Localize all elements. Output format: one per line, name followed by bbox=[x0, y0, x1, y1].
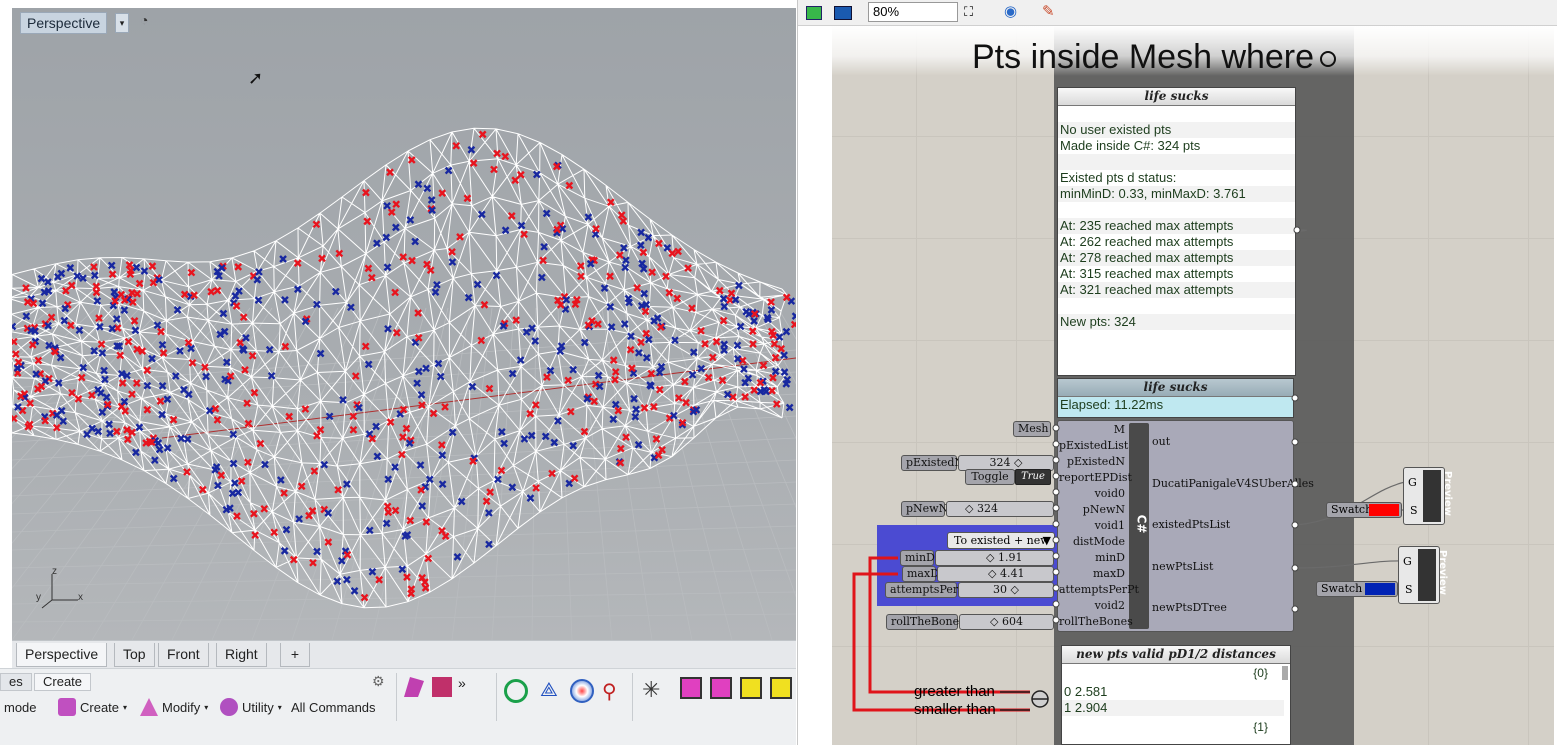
preview-label-bar: Preview bbox=[1418, 549, 1448, 601]
swatch-red-color bbox=[1369, 504, 1399, 516]
distance-row-0: 0 2.581 bbox=[1062, 684, 1284, 700]
preview-s-label: S bbox=[1410, 504, 1418, 517]
app-window: Perspective ▾ ◔ ➚ z y x Perspective Top … bbox=[0, 0, 1557, 745]
row-index: 0 bbox=[1064, 684, 1072, 699]
wire bbox=[1295, 560, 1406, 569]
preview-g-label: G bbox=[1408, 476, 1417, 489]
annotation-greater-than: greater than bbox=[914, 683, 995, 700]
distance-row-1: 1 2.904 bbox=[1062, 700, 1284, 716]
swatch-blue[interactable]: Swatch bbox=[1316, 581, 1398, 597]
branch-1-label: {1} bbox=[1253, 720, 1268, 734]
row-value: 2.904 bbox=[1074, 700, 1108, 715]
preview-g-label: G bbox=[1403, 555, 1412, 568]
wires-layer bbox=[852, 226, 1406, 712]
annotation-smaller-than: smaller than bbox=[914, 701, 996, 718]
scrollbar[interactable] bbox=[1282, 666, 1288, 680]
preview-s-label: S bbox=[1405, 583, 1413, 596]
preview-label: Preview bbox=[1442, 470, 1454, 517]
distance-rows: 0 2.581 1 2.904 bbox=[1062, 684, 1284, 716]
panel-distances-title: new pts valid pD1/2 distances bbox=[1062, 646, 1290, 664]
preview-label-bar: Preview bbox=[1423, 470, 1453, 522]
preview-label: Preview bbox=[1437, 549, 1449, 596]
row-index: 1 bbox=[1064, 700, 1072, 715]
swatch-blue-color bbox=[1365, 583, 1395, 595]
preview-component-1[interactable]: G S Preview bbox=[1403, 467, 1453, 525]
branch-0-label: {0} bbox=[1253, 666, 1268, 680]
red-annotation-wire-greater bbox=[868, 556, 1030, 694]
swatch-blue-label: Swatch bbox=[1321, 582, 1363, 595]
panel-distances[interactable]: new pts valid pD1/2 distances {0} 0 2.58… bbox=[1061, 645, 1291, 745]
swatch-red-label: Swatch bbox=[1331, 503, 1373, 516]
preview-component-2[interactable]: G S Preview bbox=[1398, 546, 1448, 604]
swatch-red[interactable]: Swatch bbox=[1326, 502, 1402, 518]
row-value: 2.581 bbox=[1074, 684, 1108, 699]
